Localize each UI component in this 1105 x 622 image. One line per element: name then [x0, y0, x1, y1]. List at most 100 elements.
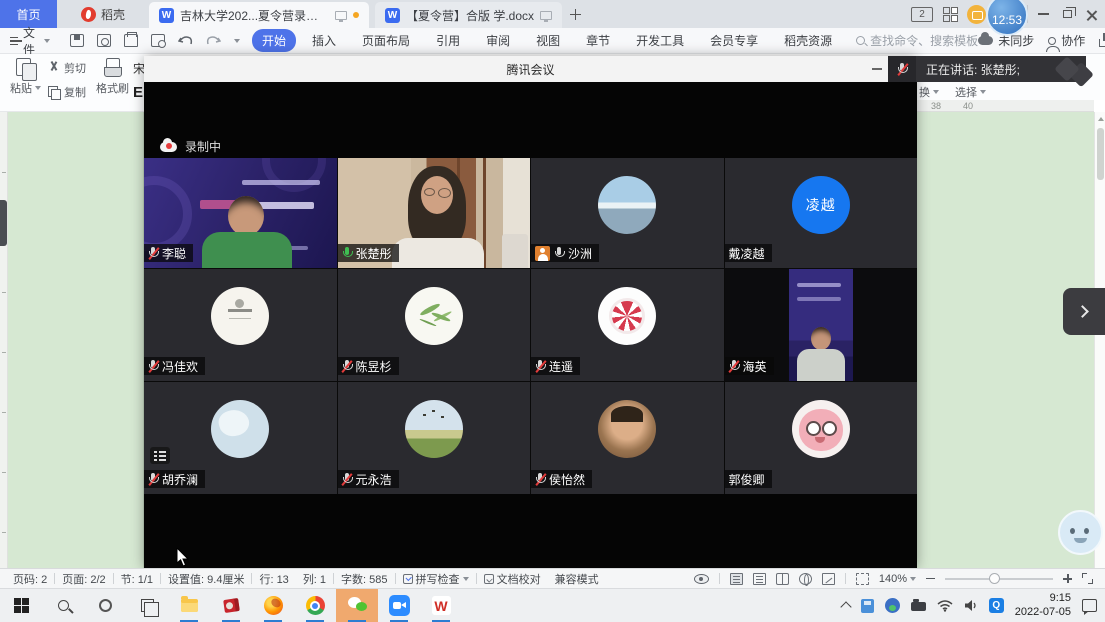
command-search-box[interactable]: 查找命令、搜索模板 — [856, 32, 978, 49]
coupon-icon[interactable] — [967, 5, 986, 24]
collaborate-button[interactable]: 协作 — [1048, 32, 1085, 49]
participant-tile[interactable]: 连遥 — [531, 269, 724, 381]
q-app-icon[interactable]: Q — [989, 598, 1004, 613]
firefox-button[interactable] — [252, 589, 294, 622]
security-shield-icon[interactable] — [885, 598, 900, 613]
ribbon-tab-docer-resources[interactable]: 稻壳资源 — [774, 29, 842, 52]
outline-view-button[interactable] — [753, 573, 766, 585]
export-button[interactable] — [97, 34, 111, 47]
spellcheck-toggle[interactable]: 拼写检查 — [396, 571, 476, 587]
more-commands-icon[interactable] — [234, 39, 240, 43]
restore-button[interactable] — [1063, 10, 1072, 18]
participant-tile[interactable]: 陈昱杉 — [338, 269, 531, 381]
document-canvas-right[interactable] — [917, 112, 1094, 568]
document-tab-2[interactable]: W 【夏令营】合版 学.docx — [375, 2, 562, 28]
wechat-button[interactable] — [336, 589, 378, 622]
share-button[interactable]: 分享 — [1099, 32, 1105, 49]
side-flyout-button[interactable] — [1063, 288, 1105, 335]
close-button[interactable] — [1086, 9, 1097, 20]
side-panel-tab[interactable] — [0, 200, 7, 246]
wps-button[interactable]: W — [420, 589, 462, 622]
window-switch-button[interactable]: 2 — [911, 7, 933, 22]
print-preview-button[interactable] — [151, 34, 165, 47]
tray-clock[interactable]: 9:15 2022-07-05 — [1015, 592, 1071, 620]
ribbon-tab-references[interactable]: 引用 — [426, 29, 470, 52]
taskbar-search-button[interactable] — [42, 589, 84, 622]
participant-tile[interactable]: 元永浩 — [338, 382, 531, 494]
file-menu-button[interactable]: 文件 — [0, 24, 58, 58]
volume-icon[interactable] — [964, 599, 978, 612]
participant-tile[interactable]: 张楚彤 — [338, 158, 531, 268]
chrome-button[interactable] — [294, 589, 336, 622]
copy-button[interactable]: 复制 — [48, 84, 86, 100]
ribbon-tab-view[interactable]: 视图 — [526, 29, 570, 52]
convert-button[interactable]: 换 — [919, 84, 939, 100]
zoom-slider-handle[interactable] — [989, 573, 1000, 584]
cortana-button[interactable] — [84, 589, 126, 622]
fit-page-button[interactable] — [856, 573, 869, 585]
meeting-minimize-button[interactable] — [872, 68, 882, 70]
windows-taskbar: W Q 9:15 2022-07-05 — [0, 588, 1105, 622]
scrollbar-thumb[interactable] — [1097, 128, 1104, 180]
apps-grid-icon[interactable] — [943, 7, 957, 21]
layout-list-icon[interactable] — [150, 447, 170, 464]
participant-tile[interactable]: 侯怡然 — [531, 382, 724, 494]
zoom-out-button[interactable] — [926, 578, 935, 580]
print-button[interactable] — [124, 34, 138, 47]
document-canvas-left[interactable] — [0, 112, 144, 568]
vertical-scrollbar[interactable] — [1094, 112, 1105, 568]
tencent-meeting-button[interactable] — [378, 589, 420, 622]
participant-tile[interactable]: 沙洲 — [531, 158, 724, 268]
ribbon-tab-page-layout[interactable]: 页面布局 — [352, 29, 420, 52]
ribbon-tab-dev-tools[interactable]: 开发工具 — [626, 29, 694, 52]
proofread-button[interactable]: 文档校对 — [477, 571, 548, 587]
undo-button[interactable] — [178, 34, 193, 47]
file-explorer-button[interactable] — [168, 589, 210, 622]
fullscreen-button[interactable] — [1082, 573, 1093, 584]
read-mode-button[interactable] — [776, 573, 789, 585]
document-tab-1[interactable]: W 吉林大学202...夏令营录取名单 — [149, 2, 369, 28]
recorder-icon[interactable] — [911, 602, 926, 611]
window-controls — [1027, 5, 1097, 23]
ribbon-tab-section[interactable]: 章节 — [576, 29, 620, 52]
usb-device-icon[interactable] — [861, 599, 874, 613]
word-count[interactable]: 字数: 585 — [334, 571, 394, 587]
redo-button[interactable] — [206, 34, 221, 47]
notifications-icon[interactable] — [1082, 599, 1097, 612]
task-view-button[interactable] — [126, 589, 168, 622]
participant-tile[interactable]: 海英 — [725, 269, 918, 381]
reader-app-button[interactable] — [210, 589, 252, 622]
page-view-button[interactable] — [730, 573, 743, 585]
select-button[interactable]: 选择 — [955, 84, 986, 100]
meeting-titlebar[interactable]: 腾讯会议 — [144, 56, 917, 82]
assistant-bubble[interactable] — [1058, 510, 1103, 555]
new-tab-button[interactable] — [562, 0, 588, 28]
participant-tile[interactable]: 李聪 — [144, 158, 337, 268]
zoom-slider[interactable] — [945, 578, 1053, 580]
ink-mode-button[interactable] — [822, 573, 835, 585]
zoom-in-button[interactable] — [1063, 574, 1072, 583]
plus-icon — [570, 9, 581, 20]
ribbon-tab-membership[interactable]: 会员专享 — [700, 29, 768, 52]
zoom-level[interactable]: 140% — [879, 573, 916, 585]
wifi-icon[interactable] — [937, 599, 953, 612]
participant-tile[interactable]: 冯佳欢 — [144, 269, 337, 381]
ribbon-tab-home[interactable]: 开始 — [252, 29, 296, 52]
format-painter-button[interactable]: 格式刷 — [96, 58, 129, 96]
web-view-button[interactable] — [799, 573, 812, 585]
tray-expand-icon[interactable] — [840, 601, 851, 612]
ribbon-tab-insert[interactable]: 插入 — [302, 29, 346, 52]
docer-tab[interactable]: 稻壳 — [57, 0, 149, 28]
save-button[interactable] — [70, 34, 84, 47]
cut-button[interactable]: 剪切 — [48, 60, 86, 76]
ribbon-tab-review[interactable]: 审阅 — [476, 29, 520, 52]
wps-doc-icon: W — [385, 8, 400, 23]
scroll-up-icon[interactable] — [1098, 117, 1104, 121]
start-button[interactable] — [0, 589, 42, 622]
participant-tile[interactable]: 胡乔澜 — [144, 382, 337, 494]
participant-tile[interactable]: 郭俊卿 — [725, 382, 918, 494]
participant-tile[interactable]: 凌越 戴凌越 — [725, 158, 918, 268]
paste-button[interactable]: 粘贴 — [10, 58, 41, 96]
minimize-button[interactable] — [1038, 13, 1049, 15]
eye-protection-icon[interactable] — [694, 574, 709, 584]
